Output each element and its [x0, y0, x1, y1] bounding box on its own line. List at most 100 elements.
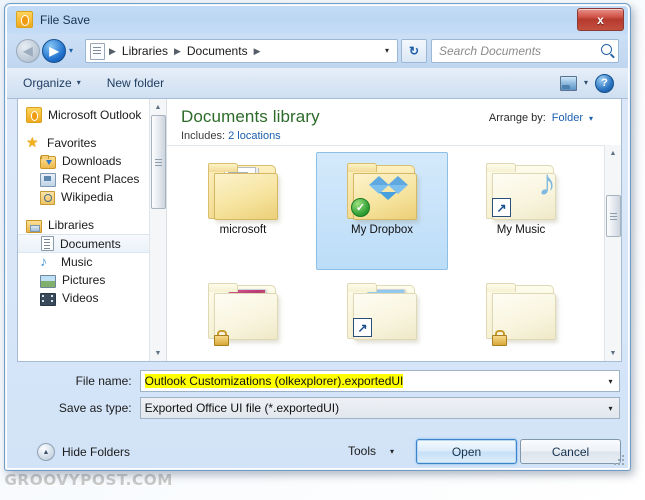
chevron-down-icon[interactable]: ▾ [584, 79, 588, 87]
browser-body: Microsoft Outlook ★ Favorites Downloads [17, 98, 622, 362]
music-note-icon: ♪ [40, 253, 47, 269]
collapse-up-icon: ▲ [37, 443, 55, 461]
new-folder-button[interactable]: New folder [107, 76, 164, 90]
file-name-label: File name: [75, 374, 132, 388]
organize-button[interactable]: Organize ▾ [23, 76, 81, 90]
sidebar-item-label: Recent Places [62, 172, 140, 186]
dropbox-logo-icon [369, 168, 409, 206]
lock-icon [214, 330, 229, 346]
arrange-by-label: Arrange by: [488, 112, 546, 124]
sidebar-item-label: Pictures [62, 273, 106, 287]
scroll-up-icon[interactable]: ▲ [150, 99, 166, 115]
folder-music-icon: ♪ ↗ [484, 159, 558, 221]
chevron-down-icon[interactable]: ▾ [377, 40, 397, 60]
file-save-dialog: File Save x ◀ ▶ ▾ ▶ Libraries ▶ Document… [4, 3, 631, 471]
scroll-up-icon[interactable]: ▲ [605, 145, 621, 161]
breadcrumb[interactable]: ▶ Libraries ▶ Documents ▶ ▾ [85, 39, 398, 63]
scroll-down-icon[interactable]: ▼ [605, 345, 621, 361]
view-mode-icon[interactable] [559, 75, 577, 91]
videos-icon [40, 292, 56, 306]
lock-icon [492, 330, 507, 346]
open-button[interactable]: Open [416, 439, 517, 464]
sidebar-item-documents[interactable]: Documents [18, 234, 166, 253]
breadcrumb-documents[interactable]: Documents [185, 44, 250, 58]
save-as-type-row: Save as type: Exported Office UI file (*… [17, 397, 620, 419]
scrollbar-thumb[interactable] [606, 195, 621, 237]
wikipedia-search-icon [40, 190, 55, 205]
scrollbar-grip-icon [610, 213, 617, 214]
scrollbar-thumb[interactable] [151, 115, 166, 209]
recent-places-icon [40, 172, 56, 187]
sidebar-item-downloads[interactable]: Downloads [18, 152, 166, 170]
forward-arrow-icon[interactable]: ▶ [42, 39, 66, 63]
arrange-by-value[interactable]: Folder [552, 112, 583, 124]
cancel-button[interactable]: Cancel [520, 439, 621, 464]
file-name-value: Outlook Customizations (olkexplorer).exp… [144, 374, 404, 388]
hide-folders-button[interactable]: ▲ Hide Folders [37, 443, 130, 461]
folder-plain-icon [484, 279, 558, 346]
sidebar-item-label: Microsoft Outlook [48, 108, 142, 122]
sidebar-item-favorites[interactable]: ★ Favorites [18, 134, 166, 152]
sidebar-item-microsoft-outlook[interactable]: Microsoft Outlook [18, 106, 166, 124]
sidebar-item-pictures[interactable]: Pictures [18, 271, 166, 289]
sidebar-item-label: Libraries [48, 218, 95, 232]
save-as-type-select[interactable]: Exported Office UI file (*.exportedUI) ▾ [139, 397, 620, 419]
sync-check-icon: ✓ [351, 198, 370, 217]
sidebar-item-label: Downloads [62, 154, 122, 168]
document-icon [41, 236, 54, 251]
chevron-down-icon[interactable]: ▾ [589, 114, 593, 123]
file-item[interactable]: ♪ ↗ My Music [455, 152, 587, 270]
hide-folders-label: Hide Folders [62, 445, 131, 459]
chevron-down-icon[interactable]: ▾ [602, 371, 619, 391]
sidebar-item-wikipedia[interactable]: Wikipedia [18, 188, 166, 206]
chevron-down-icon: ▾ [76, 78, 81, 87]
file-item-label: My Music [496, 224, 546, 236]
organize-label: Organize [23, 76, 72, 90]
close-button[interactable]: x [577, 8, 624, 31]
libraries-icon [26, 219, 42, 233]
sidebar-item-recent-places[interactable]: Recent Places [18, 170, 166, 188]
address-bar: ◀ ▶ ▾ ▶ Libraries ▶ Documents ▶ ▾ ↻ Sear… [7, 34, 628, 68]
star-icon: ★ [26, 134, 39, 150]
shortcut-arrow-icon: ↗ [353, 318, 372, 337]
scrollbar-grip-icon [155, 159, 162, 160]
file-item-label: microsoft [219, 224, 267, 236]
sidebar-item-label: Music [61, 255, 93, 269]
sidebar-item-videos[interactable]: Videos [18, 289, 166, 307]
scroll-down-icon[interactable]: ▼ [150, 345, 166, 361]
file-item[interactable] [455, 272, 587, 361]
search-input[interactable]: Search Documents [431, 39, 619, 63]
file-item[interactable]: ↗ [316, 272, 448, 361]
sidebar-item-libraries[interactable]: Libraries [18, 216, 166, 234]
file-item[interactable] [177, 272, 309, 361]
breadcrumb-libraries[interactable]: Libraries [120, 44, 170, 58]
includes-locations-link[interactable]: 2 locations [228, 130, 281, 142]
tools-button[interactable]: Tools ▾ [348, 444, 394, 458]
arrange-by-control[interactable]: Arrange by: Folder ▾ [489, 112, 593, 124]
sidebar-item-label: Videos [62, 291, 99, 305]
refresh-icon[interactable]: ↻ [401, 39, 427, 63]
sidebar-item-label: Wikipedia [61, 190, 114, 204]
library-includes: Includes: 2 locations [181, 130, 621, 142]
file-name-row: File name: Outlook Customizations (olkex… [17, 370, 620, 392]
sidebar-scrollbar[interactable]: ▲ ▼ [149, 99, 166, 361]
file-item[interactable]: microsoft [177, 152, 309, 270]
file-name-input[interactable]: Outlook Customizations (olkexplorer).exp… [139, 370, 620, 392]
outlook-icon [16, 11, 33, 28]
tools-label: Tools [348, 444, 377, 458]
file-list-scrollbar[interactable]: ▲ ▼ [604, 145, 621, 361]
resize-grip-icon[interactable] [614, 455, 624, 465]
downloads-folder-icon [40, 154, 56, 169]
help-icon[interactable]: ? [595, 73, 614, 93]
chevron-down-icon[interactable]: ▾ [602, 398, 619, 418]
file-item-selected[interactable]: ✓ My Dropbox [316, 152, 448, 270]
pictures-icon [40, 274, 56, 288]
file-grid-area: microsoft ✓ My Dropbox ♪ ↗ My Music ↗ [167, 145, 605, 361]
recent-locations-caret[interactable]: ▾ [69, 47, 79, 55]
back-arrow-icon[interactable]: ◀ [16, 39, 40, 63]
new-folder-label: New folder [106, 76, 165, 90]
shortcut-arrow-icon: ↗ [492, 198, 511, 217]
sidebar-item-music[interactable]: ♪ Music [18, 253, 166, 271]
